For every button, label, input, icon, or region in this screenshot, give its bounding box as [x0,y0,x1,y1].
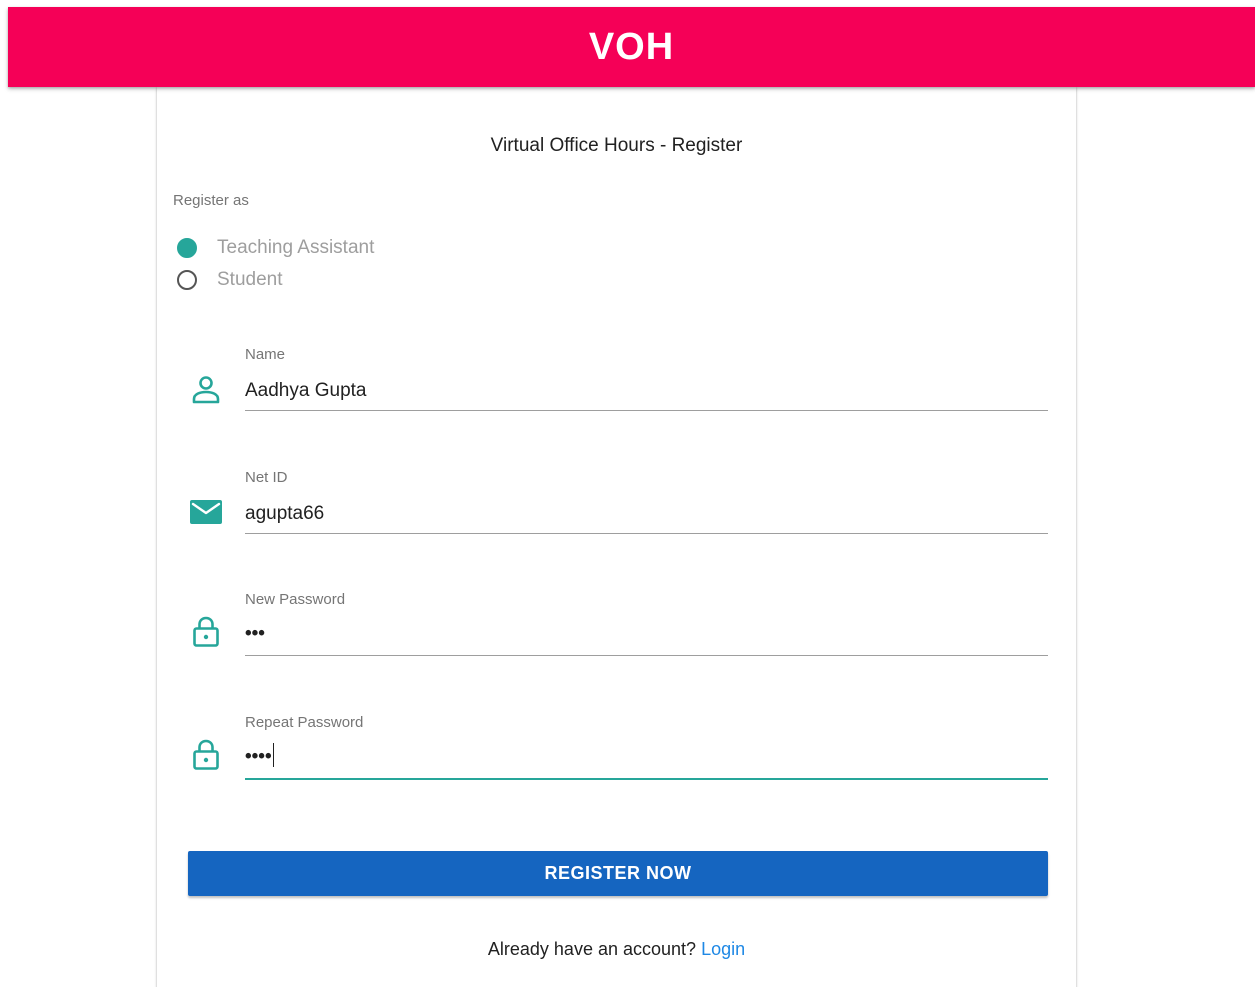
role-label-teaching-assistant: Teaching Assistant [217,237,375,258]
repeat-password-underline [245,778,1048,780]
name-underline [245,410,1048,411]
new-password-input[interactable]: ••• [245,622,265,646]
login-link[interactable]: Login [701,939,745,959]
login-prompt: Already have an account? Login [157,937,1076,961]
register-card: Virtual Office Hours - Register Register… [157,87,1076,987]
lock-icon [189,737,223,771]
role-radio-student[interactable]: Student [177,268,283,292]
repeat-password-field-group[interactable]: Repeat Password •••• [157,713,1076,803]
radio-unchecked-icon[interactable] [177,270,197,290]
mail-icon [189,495,223,529]
lock-icon [189,614,223,648]
name-input[interactable] [245,371,1048,411]
form-title: Virtual Office Hours - Register [490,135,743,156]
page: VOH Virtual Office Hours - Register Regi… [0,0,1255,987]
new-password-underline [245,655,1048,656]
new-password-label: New Password [245,591,346,608]
repeat-password-masked-value: •••• [245,746,272,767]
person-icon [189,373,223,407]
text-caret [272,742,275,767]
netid-underline [245,533,1048,534]
app-title: VOH [588,26,675,68]
name-field-group: Name [157,345,1076,435]
name-label: Name [245,346,286,363]
register-now-button[interactable]: REGISTER NOW [188,851,1048,896]
netid-input[interactable] [245,494,1048,534]
app-bar: VOH [8,7,1255,87]
netid-label: Net ID [245,469,288,486]
radio-checked-icon[interactable] [177,238,197,258]
repeat-password-input[interactable]: •••• [245,742,275,769]
new-password-masked-value: ••• [245,623,265,644]
netid-field-group: Net ID [157,468,1076,558]
new-password-field-group[interactable]: New Password ••• [157,590,1076,680]
register-as-label: Register as [173,192,249,209]
repeat-password-label: Repeat Password [245,714,364,731]
role-radio-teaching-assistant[interactable]: Teaching Assistant [177,236,374,260]
login-prompt-text: Already have an account? [487,939,697,959]
role-label-student: Student [217,269,283,290]
